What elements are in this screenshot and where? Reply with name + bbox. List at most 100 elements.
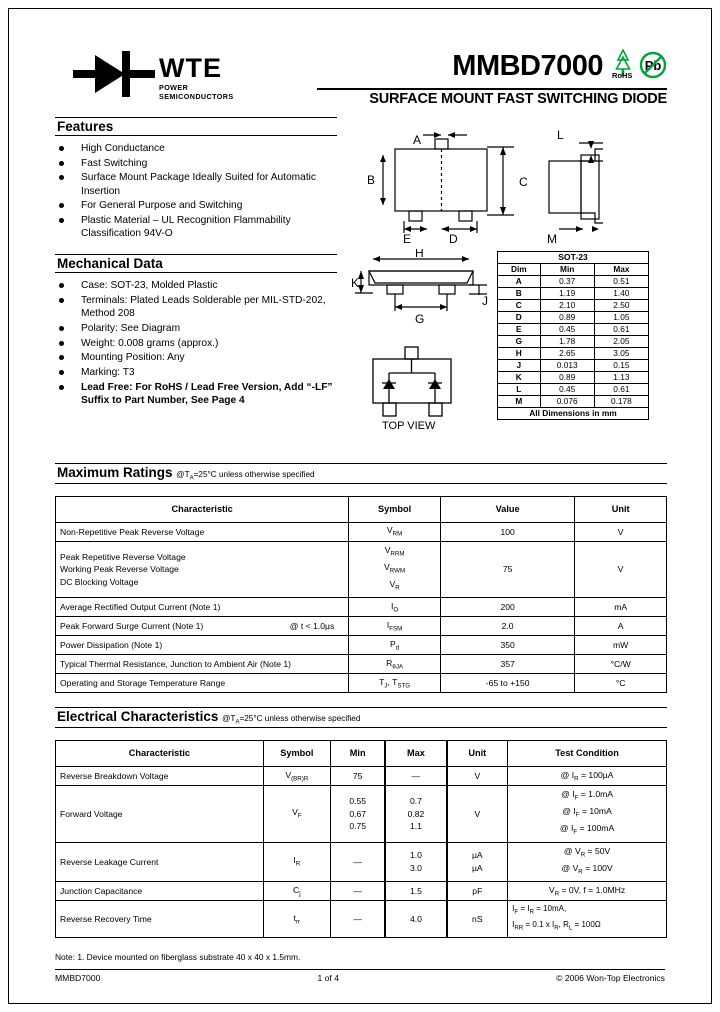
footnote: Note: 1. Device mounted on fiberglass su… bbox=[55, 952, 301, 963]
table-row: J 0.013 0.15 bbox=[497, 359, 650, 372]
col-value: Value bbox=[439, 495, 576, 523]
max-ratings-condition: @TA=25°C unless otherwise specified bbox=[176, 470, 315, 482]
col-characteristic: Characteristic bbox=[54, 495, 350, 523]
col-symbol: Symbol bbox=[348, 495, 441, 523]
part-number-row: MMBD7000 RoHS Pb bbox=[452, 49, 667, 81]
list-item: Terminals: Plated Leads Solderable per M… bbox=[55, 294, 337, 320]
list-item: Marking: T3 bbox=[55, 366, 337, 379]
dim-label-j: J bbox=[482, 294, 488, 308]
mechanical-heading: Mechanical Data bbox=[55, 254, 337, 274]
max-ratings-title: Maximum Ratings bbox=[57, 465, 173, 480]
table-row: Junction Capacitance Cj — 1.5 pF VR = 0V… bbox=[55, 881, 667, 902]
symbol-cell: Cj bbox=[262, 881, 331, 902]
table-row: Peak Forward Surge Current (Note 1) @ t … bbox=[54, 616, 667, 636]
dim-table-footer: All Dimensions in mm bbox=[497, 407, 649, 420]
list-item: Lead Free: For RoHS / Lead Free Version,… bbox=[55, 381, 337, 407]
symbol-cell: V(BR)R bbox=[262, 765, 331, 786]
characteristic-cell: Peak Forward Surge Current (Note 1) @ t … bbox=[54, 616, 350, 636]
sot23-dimension-table: SOT-23 Dim Min Max A 0.37 0.51 B 1.19 1.40 C… bbox=[497, 251, 650, 420]
table-row: B 1.19 1.40 bbox=[497, 287, 650, 300]
table-row: K 0.89 1.13 bbox=[497, 371, 650, 384]
table-row: Average Rectified Output Current (Note 1… bbox=[54, 597, 667, 618]
table-row: Reverse Breakdown Voltage V(BR)R 75 — V … bbox=[55, 765, 667, 786]
max-cell: 1.0 3.0 bbox=[384, 841, 448, 883]
table-row: L 0.45 0.61 bbox=[497, 383, 650, 396]
diode-logo-icon bbox=[73, 51, 155, 97]
col-max: Max bbox=[384, 739, 448, 767]
table-row: C 2.10 2.50 bbox=[497, 299, 650, 312]
table-row: Reverse Leakage Current IR — 1.0 3.0 µA … bbox=[55, 841, 667, 883]
dim-label-m: M bbox=[547, 232, 557, 246]
condition-cell: VR = 0V, f = 1.0MHz bbox=[507, 881, 667, 902]
logo-tagline: POWER SEMICONDUCTORS bbox=[159, 83, 234, 101]
table-row: Forward Voltage VF 0.55 0.67 0.75 0.7 0.… bbox=[55, 784, 667, 843]
unit-cell: µA µA bbox=[445, 841, 509, 883]
footer-part-number: MMBD7000 bbox=[55, 973, 101, 983]
inline-condition: @ t < 1.0µs bbox=[289, 621, 335, 632]
top-view-label: TOP VIEW bbox=[382, 420, 436, 432]
table-row: Operating and Storage Temperature Range … bbox=[54, 673, 667, 694]
header-divider bbox=[317, 88, 667, 90]
dim-label-b: B bbox=[367, 173, 375, 187]
footer-page-number: 1 of 4 bbox=[317, 973, 339, 983]
top-view-schematic: TOP VIEW bbox=[372, 346, 452, 432]
symbol-cell: RθJA bbox=[348, 654, 441, 675]
package-drawings: A B C E D L M H K G J TOP VIEW SOT-23 Di… bbox=[351, 117, 667, 457]
table-row: Reverse Recovery Time trr — 4.0 nS IF = … bbox=[55, 900, 667, 939]
table-row: D 0.89 1.05 bbox=[497, 311, 650, 324]
dim-col-dim: Dim bbox=[497, 263, 541, 276]
page-subtitle: SURFACE MOUNT FAST SWITCHING DIODE bbox=[369, 91, 667, 107]
symbol-cell: VRM bbox=[348, 521, 441, 542]
max-cell: 0.7 0.82 1.1 bbox=[384, 784, 448, 843]
page-title: MMBD7000 bbox=[452, 50, 603, 82]
dim-label-k: K bbox=[351, 276, 359, 290]
list-item: Mounting Position: Any bbox=[55, 351, 337, 364]
page-footer: MMBD7000 1 of 4 © 2006 Won-Top Electroni… bbox=[55, 969, 665, 983]
dim-label-h: H bbox=[415, 249, 424, 260]
condition-cell: @ IF = 1.0mA @ IF = 10mA @ IF = 100mA bbox=[507, 784, 667, 843]
dim-table-title: SOT-23 bbox=[497, 251, 649, 264]
min-cell: 0.55 0.67 0.75 bbox=[329, 784, 386, 843]
list-item: High Conductance bbox=[55, 142, 337, 155]
mechanical-list: Case: SOT-23, Molded Plastic Terminals: … bbox=[55, 279, 337, 407]
col-test-condition: Test Condition bbox=[507, 739, 667, 767]
characteristic-cell: Peak Repetitive Reverse Voltage Working … bbox=[54, 540, 350, 599]
table-row: E 0.45 0.61 bbox=[497, 323, 650, 336]
electrical-condition: @TA=25°C unless otherwise specified bbox=[222, 714, 361, 726]
max-ratings-table: Characteristic Symbol Value Unit Non-Rep… bbox=[54, 495, 667, 694]
package-profile-view: H K G J bbox=[351, 249, 488, 326]
dim-label-e: E bbox=[403, 232, 411, 246]
footer-copyright: © 2006 Won-Top Electronics bbox=[556, 973, 665, 983]
table-row: Non-Repetitive Peak Reverse Voltage VRM … bbox=[54, 521, 667, 542]
symbol-cell: VRRM VRWM VR bbox=[348, 540, 441, 599]
list-item: Polarity: See Diagram bbox=[55, 322, 337, 335]
col-characteristic: Characteristic bbox=[55, 739, 264, 767]
table-row: Typical Thermal Resistance, Junction to … bbox=[54, 654, 667, 675]
datasheet-page: WTE POWER SEMICONDUCTORS MMBD7000 RoHS P… bbox=[8, 8, 712, 1004]
list-item: Fast Switching bbox=[55, 157, 337, 170]
table-row: Power Dissipation (Note 1) Pd 350 mW bbox=[54, 635, 667, 656]
compliance-icons: RoHS Pb bbox=[610, 49, 667, 81]
dim-label-d: D bbox=[449, 232, 458, 246]
table-row: G 1.78 2.05 bbox=[497, 335, 650, 348]
dim-col-min: Min bbox=[539, 263, 595, 276]
electrical-heading: Electrical Characteristics @TA=25°C unle… bbox=[55, 707, 667, 728]
electrical-table: Characteristic Symbol Min Max Unit Test … bbox=[55, 739, 667, 939]
col-unit: Unit bbox=[445, 739, 509, 767]
symbol-cell: IR bbox=[262, 841, 331, 883]
list-item: For General Purpose and Switching bbox=[55, 199, 337, 212]
col-min: Min bbox=[329, 739, 386, 767]
features-list: High Conductance Fast Switching Surface … bbox=[55, 142, 337, 240]
table-row: A 0.37 0.51 bbox=[497, 275, 650, 288]
dim-label-a: A bbox=[413, 133, 421, 147]
condition-cell: @ IR = 100µA bbox=[507, 765, 667, 786]
dim-label-g: G bbox=[415, 312, 424, 326]
col-symbol: Symbol bbox=[262, 739, 331, 767]
rohs-label: RoHS bbox=[612, 71, 633, 80]
symbol-cell: trr bbox=[262, 900, 331, 939]
table-row: M 0.076 0.178 bbox=[497, 395, 650, 408]
symbol-cell: IFSM bbox=[348, 616, 441, 636]
symbol-cell: TJ, TSTG bbox=[348, 673, 441, 694]
logo-wordmark: WTE bbox=[159, 53, 222, 83]
list-item: Surface Mount Package Ideally Suited for… bbox=[55, 171, 337, 197]
